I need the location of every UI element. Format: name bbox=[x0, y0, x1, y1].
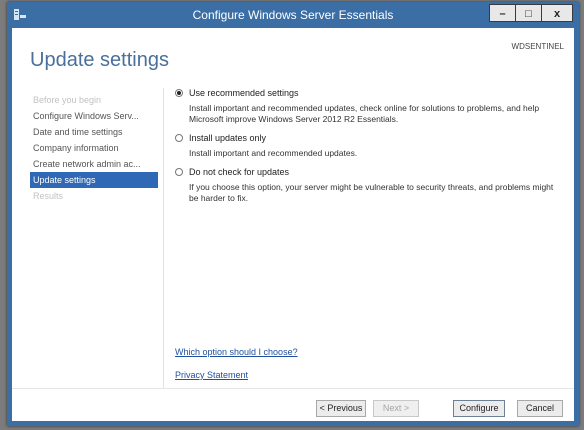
step-company-information: Company information bbox=[33, 143, 119, 153]
option-no-check: Do not check for updates If you choose t… bbox=[175, 165, 565, 204]
option-install-only-label[interactable]: Install updates only bbox=[189, 133, 266, 143]
which-option-link[interactable]: Which option should I choose? bbox=[175, 347, 298, 357]
step-create-network-admin: Create network admin ac... bbox=[33, 159, 141, 169]
step-before-you-begin: Before you begin bbox=[33, 95, 102, 105]
radio-recommended[interactable] bbox=[175, 89, 183, 97]
footer-divider bbox=[12, 388, 574, 389]
wizard-window: Configure Windows Server Essentials – □ … bbox=[7, 2, 579, 426]
previous-button[interactable]: < Previous bbox=[316, 400, 366, 417]
wizard-content: Update settings WDSENTINEL Before you be… bbox=[12, 28, 574, 421]
server-name: WDSENTINEL bbox=[511, 42, 564, 51]
privacy-statement-link[interactable]: Privacy Statement bbox=[175, 370, 248, 380]
step-results: Results bbox=[33, 191, 64, 201]
configure-button[interactable]: Configure bbox=[453, 400, 505, 417]
step-configure-windows-server: Configure Windows Serv... bbox=[33, 111, 139, 121]
cancel-button[interactable]: Cancel bbox=[517, 400, 563, 417]
page-title: Update settings bbox=[30, 49, 169, 71]
title-bar[interactable]: Configure Windows Server Essentials – □ … bbox=[7, 2, 579, 28]
option-recommended-description: Install important and recommended update… bbox=[189, 103, 540, 124]
option-recommended-label[interactable]: Use recommended settings bbox=[189, 88, 299, 98]
option-no-check-label[interactable]: Do not check for updates bbox=[189, 167, 289, 177]
radio-no-check[interactable] bbox=[175, 168, 183, 176]
close-button[interactable]: x bbox=[541, 4, 573, 22]
step-date-time-settings: Date and time settings bbox=[33, 127, 123, 137]
next-button[interactable]: Next > bbox=[373, 400, 419, 417]
wizard-steps-sidebar: Before you begin Configure Windows Serv.… bbox=[30, 92, 158, 204]
minimize-button[interactable]: – bbox=[489, 4, 516, 22]
option-no-check-description: If you choose this option, your server m… bbox=[189, 182, 554, 203]
step-update-settings: Update settings bbox=[30, 172, 158, 188]
option-install-only: Install updates only Install important a… bbox=[175, 131, 565, 159]
sidebar-divider bbox=[163, 88, 164, 388]
option-recommended: Use recommended settings Install importa… bbox=[175, 86, 565, 125]
radio-install-only[interactable] bbox=[175, 134, 183, 142]
option-install-only-description: Install important and recommended update… bbox=[189, 148, 358, 158]
update-options-group: Use recommended settings Install importa… bbox=[175, 86, 565, 210]
maximize-button[interactable]: □ bbox=[515, 4, 542, 22]
